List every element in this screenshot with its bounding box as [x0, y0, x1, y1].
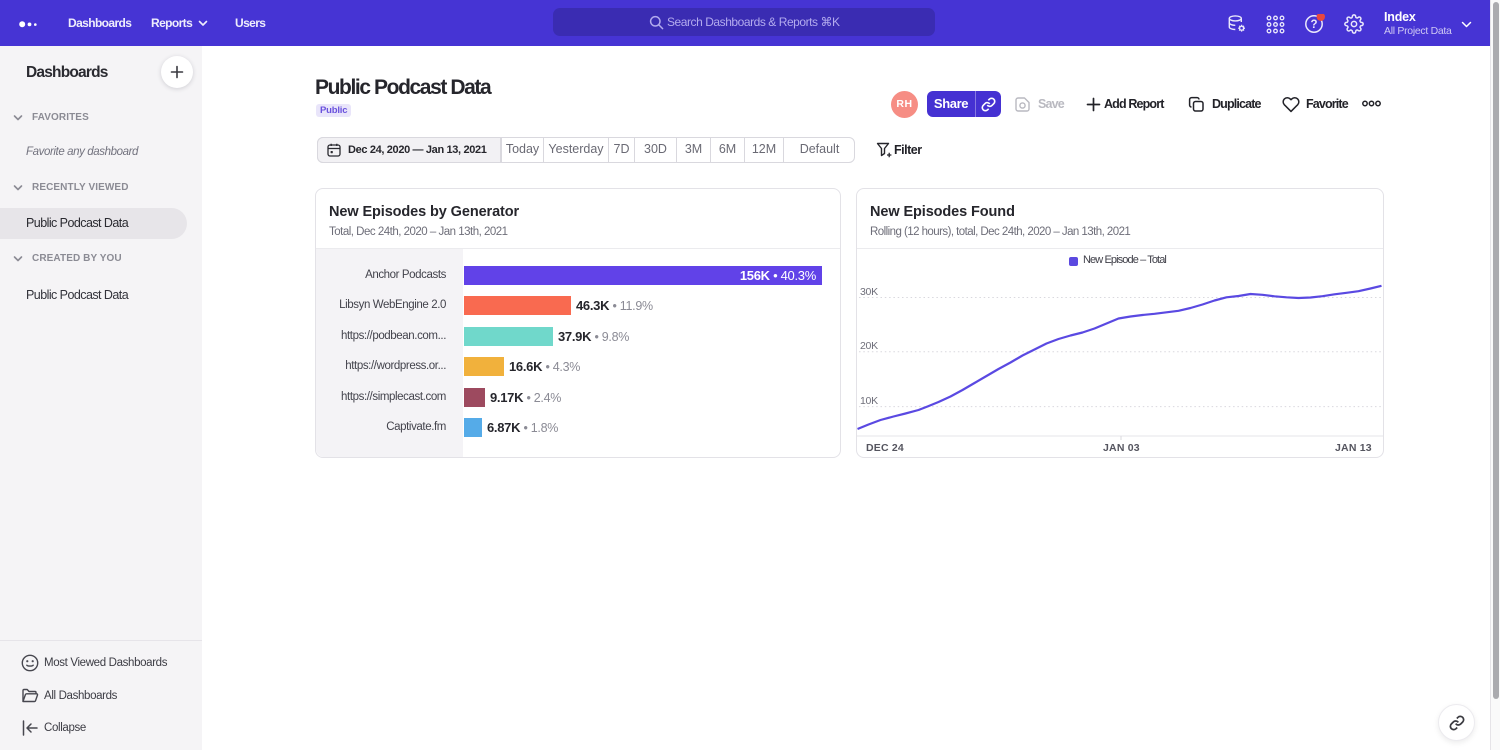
svg-text:?: ?	[1310, 19, 1317, 31]
